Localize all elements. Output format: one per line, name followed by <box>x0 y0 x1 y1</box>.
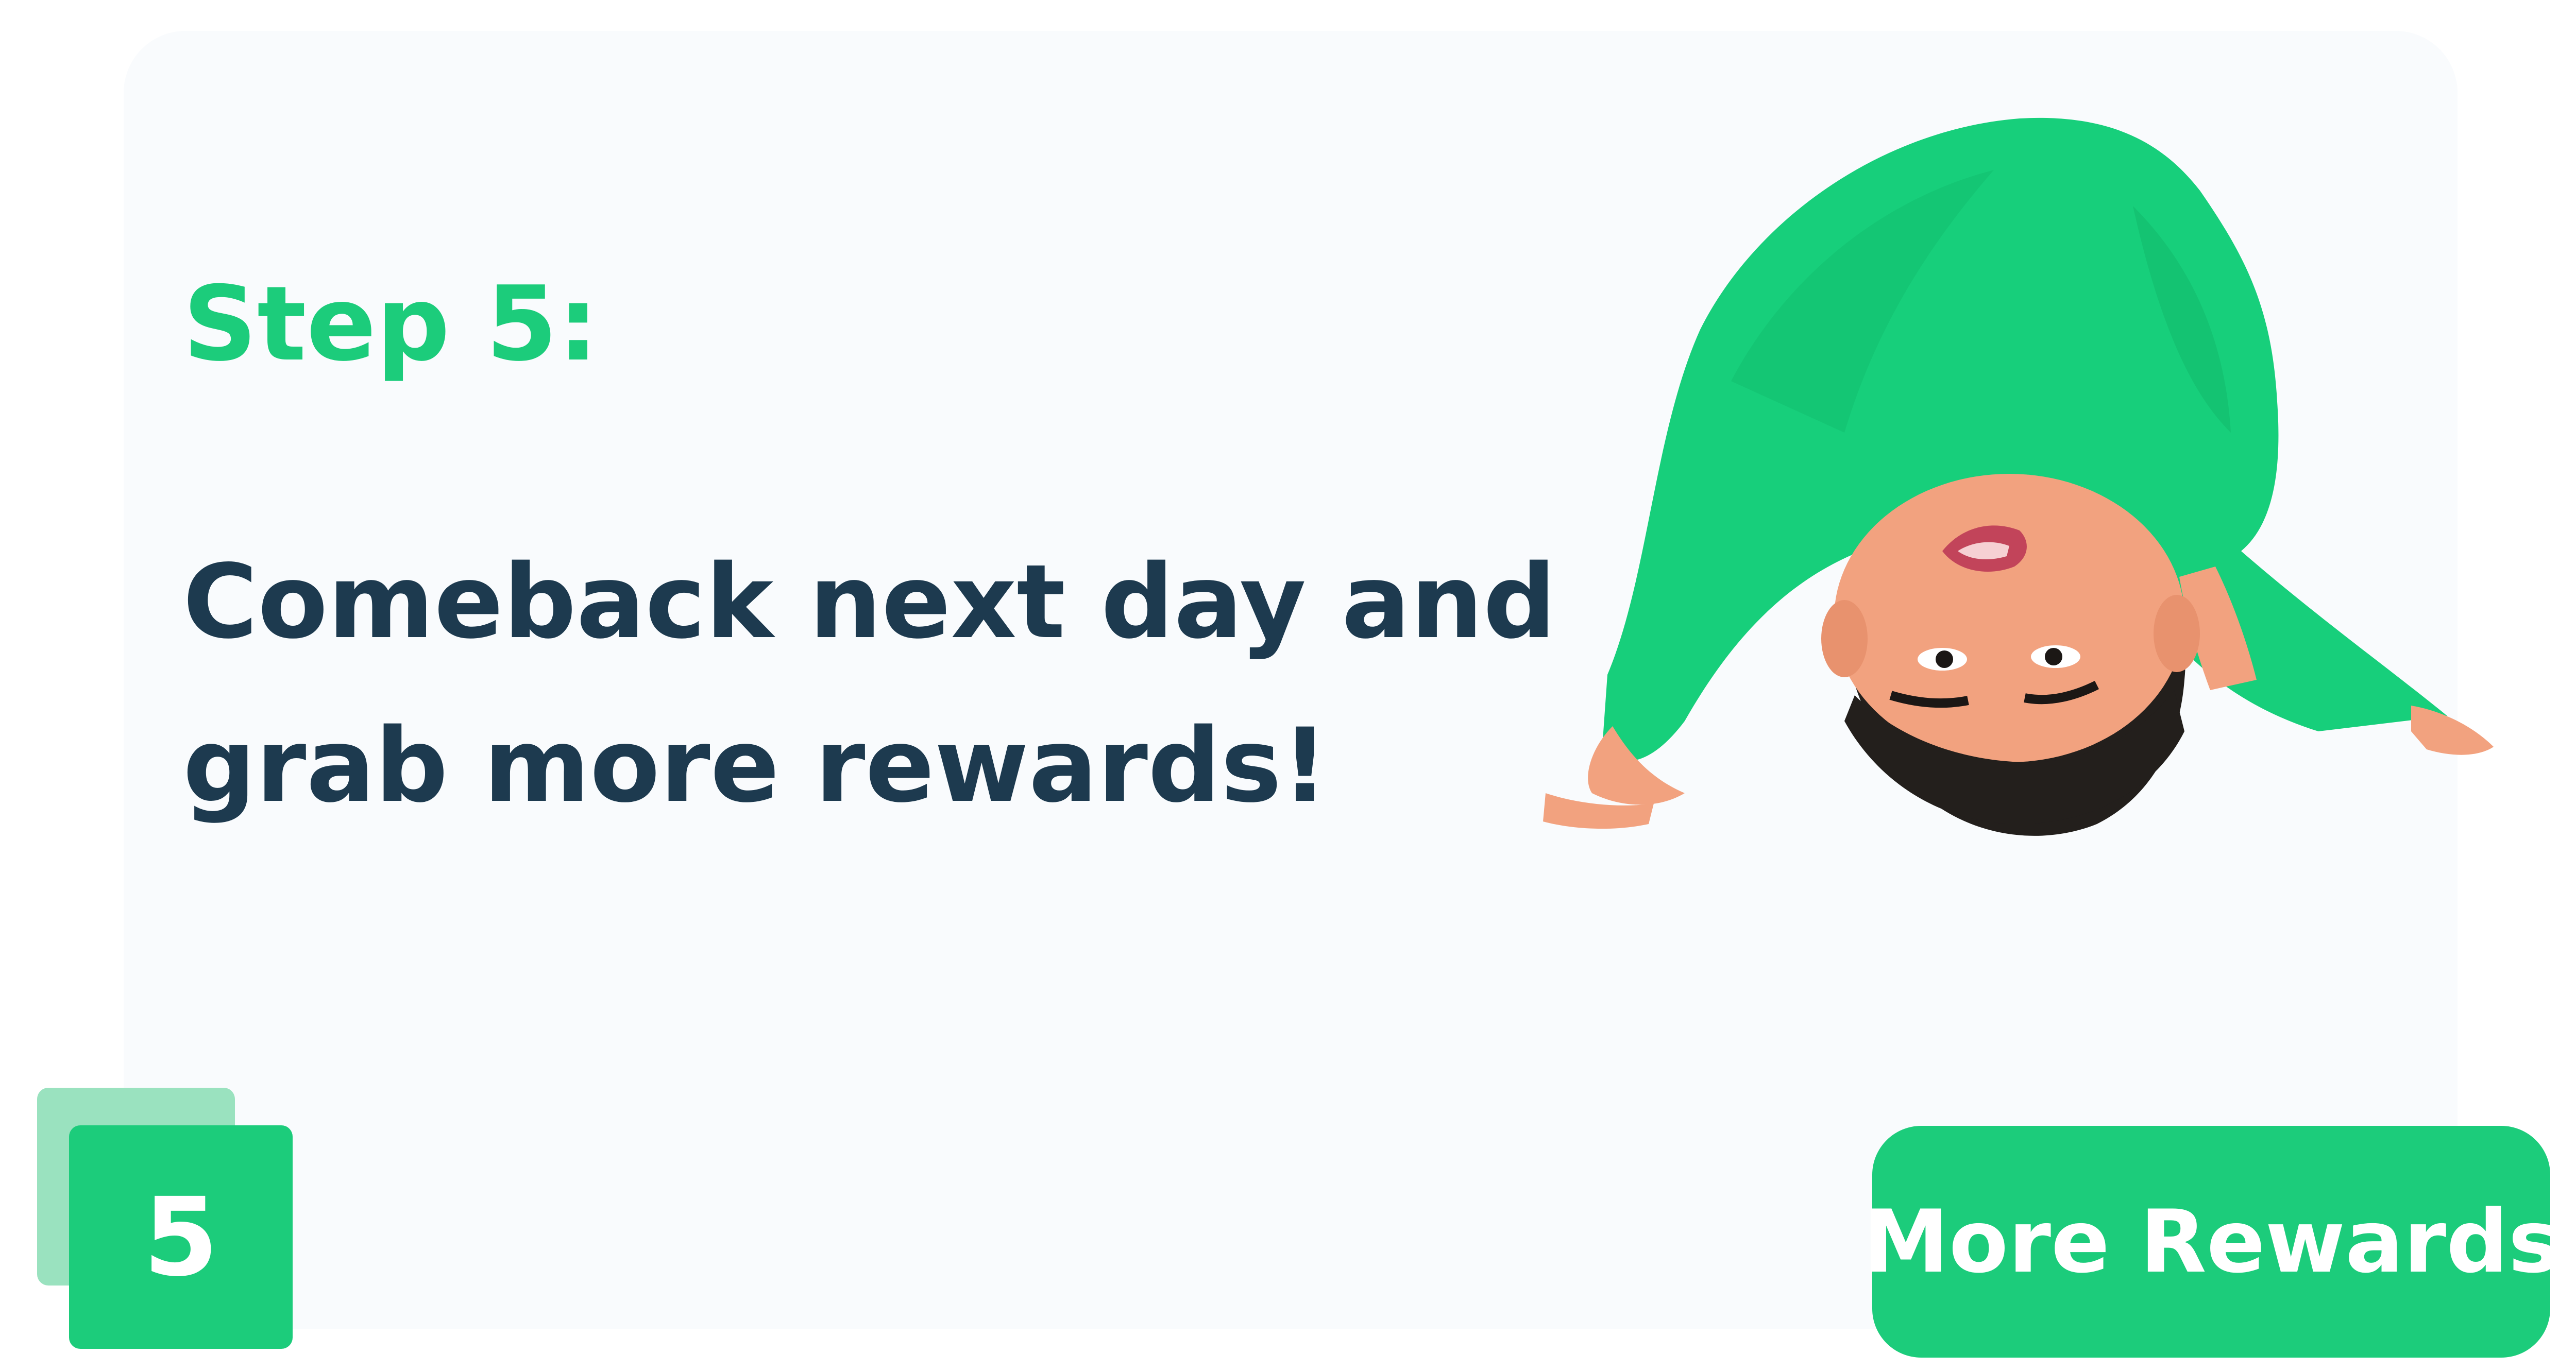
upside-down-person-illustration <box>1543 117 2494 836</box>
step-title-line-2: grab more rewards! <box>183 706 1328 825</box>
step-title-line-1: Comeback next day and <box>183 542 1556 661</box>
step-number-badge: 5 <box>69 1125 293 1349</box>
more-rewards-button[interactable]: More Rewards <box>1863 1126 2560 1358</box>
step-label: Step 5: <box>183 264 599 384</box>
step-title: Comeback next day and grab more rewards! <box>183 520 1556 848</box>
